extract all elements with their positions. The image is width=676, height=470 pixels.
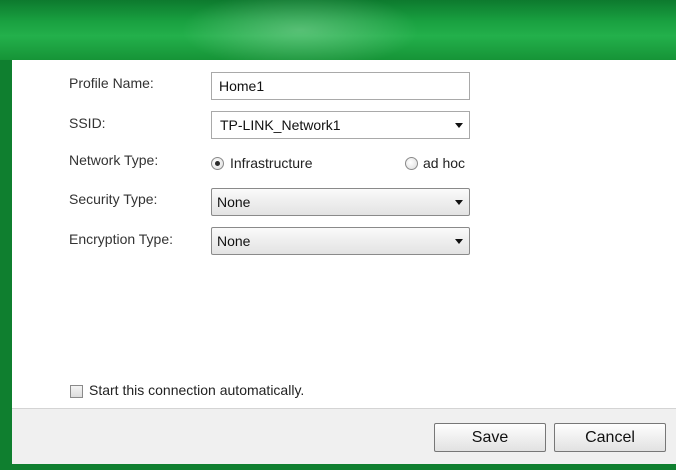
- ad-hoc-radio-label[interactable]: ad hoc: [423, 155, 465, 171]
- dialog-content: Profile Name: Home1 SSID: TP-LINK_Networ…: [12, 60, 676, 410]
- title-bar: [0, 0, 676, 70]
- ssid-label: SSID:: [69, 115, 106, 131]
- profile-name-input[interactable]: Home1: [211, 72, 470, 100]
- cancel-button[interactable]: Cancel: [554, 423, 666, 452]
- ssid-dropdown-arrow-icon[interactable]: [455, 123, 463, 128]
- encryption-type-select[interactable]: None: [211, 227, 470, 255]
- auto-connect-checkbox[interactable]: [70, 385, 83, 398]
- security-type-select[interactable]: None: [211, 188, 470, 216]
- profile-name-label: Profile Name:: [69, 75, 154, 91]
- auto-connect-label[interactable]: Start this connection automatically.: [89, 382, 304, 398]
- encryption-type-label: Encryption Type:: [69, 231, 174, 247]
- encryption-type-dropdown-arrow-icon[interactable]: [455, 239, 463, 244]
- ssid-select[interactable]: TP-LINK_Network1: [211, 111, 470, 139]
- ssid-value: TP-LINK_Network1: [220, 117, 341, 133]
- dialog-footer: Save Cancel: [12, 408, 676, 464]
- network-type-label: Network Type:: [69, 152, 159, 168]
- ad-hoc-radio[interactable]: [405, 157, 418, 170]
- security-type-label: Security Type:: [69, 191, 158, 207]
- bottom-frame: [0, 464, 676, 470]
- security-type-dropdown-arrow-icon[interactable]: [455, 200, 463, 205]
- profile-dialog: Profile Name: Home1 SSID: TP-LINK_Networ…: [0, 0, 676, 470]
- infrastructure-radio[interactable]: [211, 157, 224, 170]
- infrastructure-radio-label[interactable]: Infrastructure: [230, 155, 312, 171]
- radio-selected-dot-icon: [215, 161, 220, 166]
- save-button[interactable]: Save: [434, 423, 546, 452]
- security-type-value: None: [217, 194, 251, 210]
- encryption-type-value: None: [217, 233, 251, 249]
